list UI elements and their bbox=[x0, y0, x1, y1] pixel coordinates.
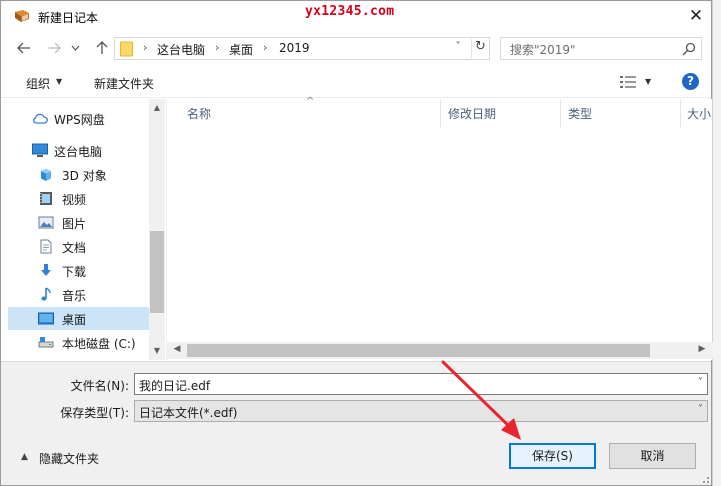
resize-grip-icon[interactable] bbox=[698, 472, 710, 484]
filename-label: 文件名(N): bbox=[70, 379, 129, 393]
sidebar-item-label: 桌面 bbox=[62, 313, 87, 327]
breadcrumb-separator: › bbox=[263, 41, 268, 54]
up-button[interactable] bbox=[92, 38, 112, 58]
save-form-panel: 文件名(N): 我的日记.edf ˅ 保存类型(T): 日记本文件(*.edf)… bbox=[1, 361, 711, 485]
background-window-edge bbox=[712, 0, 721, 486]
site-watermark: yx12345.com bbox=[305, 4, 395, 19]
sidebar-item-videos[interactable]: 视频 bbox=[8, 187, 149, 210]
scroll-right-icon[interactable]: ▶ bbox=[694, 344, 710, 354]
refresh-button[interactable]: ↻ bbox=[471, 39, 489, 58]
column-divider[interactable] bbox=[680, 99, 681, 127]
file-list[interactable]: ^ 名称 修改日期 类型 大小 ◀ ▶ bbox=[166, 96, 713, 360]
desktop-icon bbox=[38, 312, 54, 325]
sidebar-item-label: 视频 bbox=[62, 193, 87, 207]
command-bar: 组织 ▼ 新建文件夹 ▼ ? bbox=[1, 66, 711, 98]
breadcrumb-2019[interactable]: 2019 bbox=[279, 41, 310, 55]
sidebar-item-label: 音乐 bbox=[62, 289, 87, 303]
sidebar-item-wps-cloud[interactable]: WPS网盘 bbox=[8, 107, 149, 130]
back-button[interactable] bbox=[14, 38, 34, 58]
cloud-icon bbox=[33, 113, 48, 124]
close-button[interactable]: ✕ bbox=[685, 5, 707, 27]
column-divider[interactable] bbox=[560, 99, 561, 127]
new-folder-button[interactable]: 新建文件夹 bbox=[94, 75, 154, 92]
breadcrumb-separator: › bbox=[215, 41, 220, 54]
sidebar-item-label: 本地磁盘 (C:) bbox=[62, 337, 136, 351]
arrow-right-icon bbox=[48, 42, 61, 54]
documents-icon bbox=[40, 239, 52, 254]
scrollbar-thumb[interactable] bbox=[187, 344, 650, 357]
sidebar-item-label: 下载 bbox=[62, 265, 87, 279]
sidebar-item-music[interactable]: 音乐 bbox=[8, 283, 149, 306]
local-disk-icon bbox=[38, 337, 54, 348]
caret-down-icon[interactable]: ▼ bbox=[645, 77, 651, 86]
sidebar-item-this-pc[interactable]: 这台电脑 bbox=[8, 139, 149, 162]
address-bar[interactable]: › 这台电脑 › 桌面 › 2019 ˅ ↻ bbox=[114, 37, 490, 60]
scroll-down-icon[interactable]: ▼ bbox=[149, 346, 165, 355]
filetype-label: 保存类型(T): bbox=[60, 406, 129, 420]
arrow-left-icon bbox=[17, 42, 30, 54]
scrollbar-thumb[interactable] bbox=[150, 231, 164, 313]
search-icon bbox=[682, 42, 696, 56]
chevron-down-icon: ˅ bbox=[698, 404, 703, 415]
video-icon bbox=[40, 192, 52, 205]
music-icon bbox=[41, 287, 51, 301]
column-header-date-modified[interactable]: 修改日期 bbox=[448, 105, 496, 122]
sort-indicator-icon: ^ bbox=[306, 96, 315, 107]
breadcrumb-this-pc[interactable]: 这台电脑 bbox=[157, 41, 205, 58]
sidebar-item-label: 文档 bbox=[62, 241, 87, 255]
chevron-down-icon[interactable]: ˅ bbox=[698, 377, 703, 388]
title-bar: 新建日记本 yx12345.com ✕ bbox=[1, 1, 711, 33]
search-box[interactable]: 搜索"2019" bbox=[500, 37, 702, 60]
sidebar-item-local-disk[interactable]: 本地磁盘 (C:) bbox=[8, 331, 149, 354]
pictures-icon bbox=[38, 216, 54, 229]
3d-objects-icon bbox=[41, 168, 51, 181]
forward-button[interactable] bbox=[44, 38, 64, 58]
arrow-up-icon bbox=[96, 41, 108, 54]
filetype-select[interactable]: 日记本文件(*.edf) ˅ bbox=[134, 400, 708, 422]
sidebar-item-desktop[interactable]: 桌面 bbox=[8, 307, 149, 330]
breadcrumb-separator: › bbox=[143, 41, 148, 54]
caret-down-icon: ▼ bbox=[56, 77, 63, 86]
file-list-horizontal-scrollbar[interactable]: ◀ ▶ bbox=[167, 342, 713, 359]
column-header-type[interactable]: 类型 bbox=[568, 105, 592, 122]
column-header-size[interactable]: 大小 bbox=[687, 105, 711, 122]
window-title: 新建日记本 bbox=[38, 11, 99, 25]
sidebar-item-label: 图片 bbox=[62, 217, 87, 231]
cancel-button[interactable]: 取消 bbox=[609, 443, 696, 469]
folder-icon bbox=[120, 41, 133, 57]
computer-icon bbox=[32, 143, 48, 157]
recent-locations-button[interactable] bbox=[69, 38, 81, 58]
hide-folders-toggle[interactable]: 隐藏文件夹 bbox=[39, 450, 99, 467]
sidebar-item-documents[interactable]: 文档 bbox=[8, 235, 149, 258]
filename-field[interactable]: 我的日记.edf ˅ bbox=[134, 373, 708, 395]
column-divider[interactable] bbox=[440, 99, 441, 127]
scroll-left-icon[interactable]: ◀ bbox=[169, 344, 185, 354]
view-options-icon[interactable] bbox=[620, 75, 636, 89]
save-dialog: 新建日记本 yx12345.com ✕ › 这台电脑 › 桌面 › 2019 ˅ bbox=[0, 0, 713, 486]
sidebar-item-3d-objects[interactable]: 3D 对象 bbox=[8, 163, 149, 186]
navigation-pane-scrollbar[interactable]: ▲ ▼ bbox=[149, 99, 165, 360]
breadcrumb-desktop[interactable]: 桌面 bbox=[229, 41, 253, 58]
filename-value: 我的日记.edf bbox=[139, 379, 211, 393]
column-header-name[interactable]: 名称 bbox=[187, 105, 211, 122]
download-icon bbox=[41, 264, 51, 276]
navigation-pane: WPS网盘 这台电脑 3D 对象 视频 图片 文档 下载 音乐 桌面 本地磁盘 … bbox=[8, 99, 165, 360]
collapse-icon[interactable]: ▲ bbox=[21, 452, 28, 462]
sidebar-item-label: 3D 对象 bbox=[62, 169, 107, 183]
chevron-down-icon bbox=[71, 45, 79, 51]
sidebar-item-downloads[interactable]: 下载 bbox=[8, 259, 149, 282]
scroll-up-icon[interactable]: ▲ bbox=[149, 103, 165, 112]
sidebar-item-pictures[interactable]: 图片 bbox=[8, 211, 149, 234]
sidebar-item-label: WPS网盘 bbox=[54, 113, 105, 127]
filetype-value: 日记本文件(*.edf) bbox=[139, 406, 238, 420]
help-button[interactable]: ? bbox=[682, 73, 699, 90]
search-placeholder: 搜索"2019" bbox=[510, 43, 576, 57]
address-dropdown-button[interactable]: ˅ bbox=[451, 41, 465, 57]
organize-menu-button[interactable]: 组织 bbox=[26, 75, 50, 92]
navigation-bar: › 这台电脑 › 桌面 › 2019 ˅ ↻ 搜索"2019" bbox=[1, 33, 711, 63]
sidebar-item-label: 这台电脑 bbox=[54, 145, 103, 159]
diary-app-icon bbox=[15, 10, 29, 22]
save-button[interactable]: 保存(S) bbox=[509, 443, 596, 469]
